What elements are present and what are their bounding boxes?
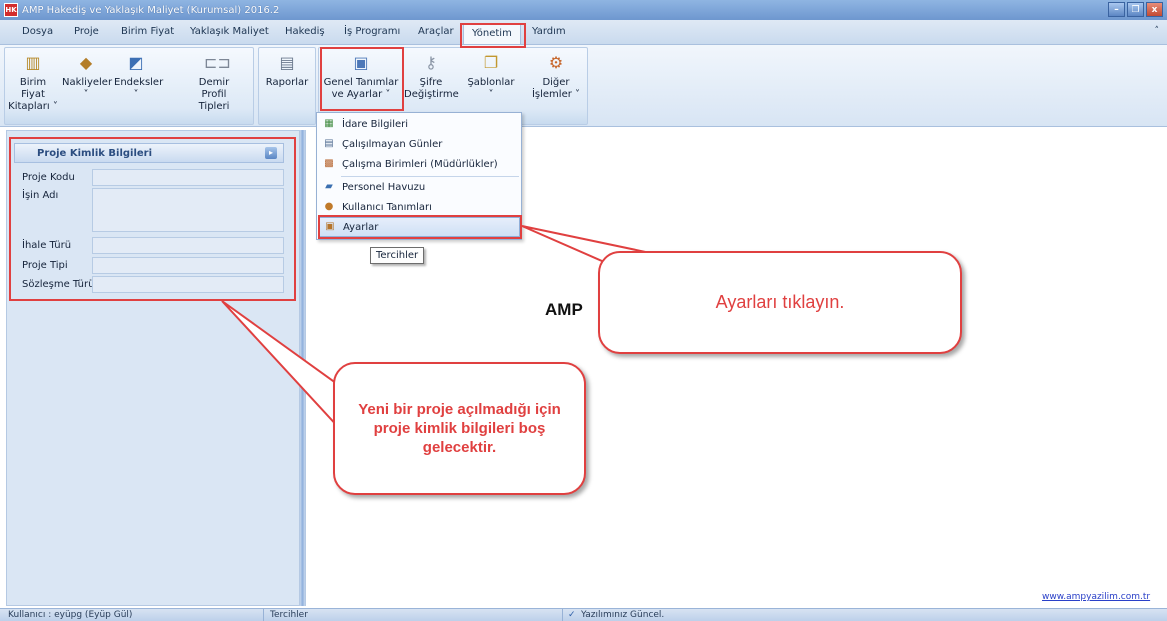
box-icon: ◆	[79, 53, 93, 72]
status-divider	[562, 609, 563, 621]
annotation-box-genel-tanimlar	[320, 47, 404, 111]
menu-yaklasik-maliyet[interactable]: Yaklaşık Maliyet	[190, 26, 269, 37]
annotation-box-yonetim	[460, 23, 526, 48]
calendar-icon: ▤	[324, 138, 334, 149]
birim-fiyat-kitaplari-button[interactable]: ▥ Birim Fiyat Kitapları ˅	[8, 53, 58, 113]
title-bar: HK AMP Hakediş ve Yaklaşık Maliyet (Kuru…	[0, 0, 1167, 20]
units-icon: ▩	[324, 158, 334, 169]
sifre-degistirme-button[interactable]: ⚷ Şifre Değiştirme	[404, 53, 459, 101]
restore-button[interactable]: ❐	[1127, 2, 1144, 17]
nakliyeler-button[interactable]: ◆ Nakliyeler ˅	[62, 53, 112, 101]
gear-icon: ⚙	[548, 53, 564, 72]
template-icon: ❐	[483, 53, 499, 72]
diger-islemler-button[interactable]: ⚙ Diğer İşlemler ˅	[528, 53, 584, 101]
endeksler-button[interactable]: ◩ Endeksler ˅	[114, 53, 163, 101]
menu-bar: Dosya Proje Birim Fiyat Yaklaşık Maliyet…	[0, 20, 1167, 45]
status-divider	[263, 609, 264, 621]
callout-settings: Ayarları tıklayın.	[598, 251, 962, 354]
menu-item-idare-bilgileri[interactable]: ▦ İdare Bilgileri	[318, 114, 520, 134]
menu-item-personel-havuzu[interactable]: ▰ Personel Havuzu	[318, 177, 520, 197]
menu-araclar[interactable]: Araçlar	[418, 26, 454, 37]
menu-dosya[interactable]: Dosya	[22, 26, 53, 37]
sablonlar-button[interactable]: ❐ Şablonlar ˅	[466, 53, 516, 101]
users-icon: ●	[324, 201, 334, 212]
menu-item-calisma-birimleri[interactable]: ▩ Çalışma Birimleri (Müdürlükler)	[318, 154, 520, 174]
rebar-icon: ⊏⊐	[204, 53, 231, 72]
menu-hakedis[interactable]: Hakediş	[285, 26, 325, 37]
ribbon: ▥ Birim Fiyat Kitapları ˅ ◆ Nakliyeler ˅…	[0, 45, 1167, 127]
brand-text: AMP	[545, 300, 583, 319]
ribbon-collapse-icon[interactable]: ˄	[1155, 26, 1160, 36]
close-button[interactable]: x	[1146, 2, 1163, 17]
key-icon: ⚷	[425, 53, 437, 72]
status-update: Yazılımınız Güncel.	[581, 610, 665, 620]
menu-proje[interactable]: Proje	[74, 26, 99, 37]
website-link[interactable]: www.ampyazilim.com.tr	[1042, 592, 1150, 602]
annotation-box-project-panel	[9, 137, 296, 301]
minimize-button[interactable]: –	[1108, 2, 1125, 17]
demir-profil-tipleri-button[interactable]: ⊏⊐ Demir Profil Tipleri	[188, 53, 240, 113]
callout-project: Yeni bir proje açılmadığı için proje kim…	[333, 362, 586, 495]
raporlar-button[interactable]: ▤ Raporlar	[262, 53, 312, 89]
window-title: AMP Hakediş ve Yaklaşık Maliyet (Kurumsa…	[22, 4, 280, 16]
chart-icon: ◩	[128, 53, 144, 72]
menu-item-calisilmayan-gunler[interactable]: ▤ Çalışılmayan Günler	[318, 134, 520, 154]
update-check-icon: ✓	[568, 610, 576, 620]
status-user: Kullanıcı : eyüpg (Eyüp Gül)	[8, 610, 133, 620]
books-icon: ▥	[25, 53, 41, 72]
app-logo-icon: HK	[4, 3, 18, 17]
menu-yardim[interactable]: Yardım	[532, 26, 566, 37]
status-bar: Kullanıcı : eyüpg (Eyüp Gül) Tercihler ✓…	[0, 608, 1167, 621]
menu-birim-fiyat[interactable]: Birim Fiyat	[121, 26, 174, 37]
tooltip: Tercihler	[370, 247, 425, 264]
staff-icon: ▰	[325, 181, 333, 192]
printer-icon: ▤	[279, 53, 295, 72]
menu-is-programi[interactable]: İş Programı	[344, 26, 400, 37]
annotation-box-ayarlar	[318, 215, 522, 239]
status-section: Tercihler	[270, 610, 308, 620]
menu-item-kullanici-tanimlari[interactable]: ● Kullanıcı Tanımları	[318, 197, 520, 217]
building-icon: ▦	[324, 118, 334, 129]
